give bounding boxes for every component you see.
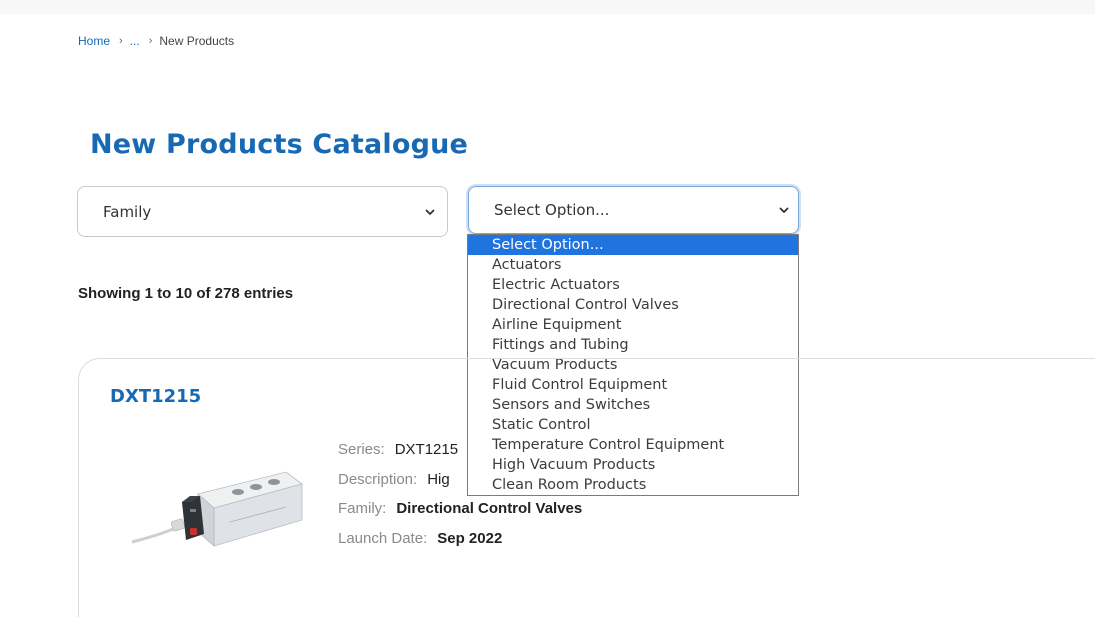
page-title: New Products Catalogue: [90, 129, 469, 160]
breadcrumb-home-link[interactable]: Home: [78, 34, 110, 48]
spec-value: Hig: [427, 471, 450, 488]
top-strip: [0, 0, 1095, 14]
family-select-value: Family: [103, 202, 152, 221]
dropdown-option[interactable]: Directional Control Valves: [468, 295, 798, 315]
dropdown-option[interactable]: Fittings and Tubing: [468, 335, 798, 355]
spec-label: Family:: [338, 500, 387, 517]
dropdown-option[interactable]: Actuators: [468, 255, 798, 275]
option-select[interactable]: Select Option...: [468, 186, 799, 234]
divider: [800, 358, 1095, 359]
results-count: Showing 1 to 10 of 278 entries: [78, 285, 294, 302]
spec-value: DXT1215: [394, 441, 459, 458]
dropdown-option[interactable]: Electric Actuators: [468, 275, 798, 295]
spec-value: Sep 2022: [437, 530, 503, 547]
spec-description: Description: Hig: [338, 471, 450, 488]
breadcrumb-current: New Products: [159, 34, 235, 48]
spec-series: Series: DXT1215: [338, 441, 458, 458]
spec-value: Directional Control Valves: [396, 500, 583, 517]
option-select-value: Select Option...: [494, 201, 610, 219]
spec-label: Series:: [338, 441, 385, 458]
solenoid-valve-image[interactable]: [126, 462, 306, 552]
spec-launch-date: Launch Date: Sep 2022: [338, 530, 502, 547]
chevron-down-icon: [425, 209, 435, 215]
spec-label: Description:: [338, 471, 418, 488]
spec-family: Family: Directional Control Valves: [338, 500, 582, 517]
spec-label: Launch Date:: [338, 530, 428, 547]
family-select[interactable]: Family: [77, 186, 448, 237]
breadcrumb: Home › ... › New Products: [78, 34, 234, 48]
product-name-link[interactable]: DXT1215: [110, 386, 201, 407]
dropdown-option[interactable]: Airline Equipment: [468, 315, 798, 335]
chevron-down-icon: [779, 207, 789, 213]
breadcrumb-ellipsis-link[interactable]: ...: [130, 34, 140, 48]
breadcrumb-separator-icon: ›: [148, 35, 153, 47]
breadcrumb-separator-icon: ›: [119, 35, 123, 47]
dropdown-option[interactable]: Select Option...: [468, 235, 798, 255]
